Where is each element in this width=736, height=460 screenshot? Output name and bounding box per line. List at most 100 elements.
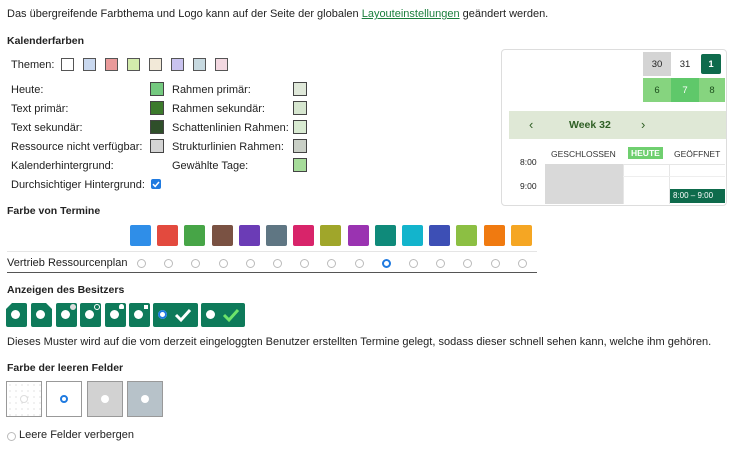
circle-icon (101, 395, 109, 403)
appointment-color-swatch[interactable] (429, 225, 451, 246)
color-setting-label: Durchsichtiger Hintergrund: (11, 179, 145, 191)
column-closed: GESCHLOSSEN (551, 149, 616, 159)
preview-date: 30 (651, 59, 663, 70)
owner-pattern-option[interactable] (129, 303, 150, 327)
appointment-color-swatch[interactable] (293, 225, 315, 246)
appointment-color-swatch[interactable] (211, 225, 233, 246)
checkmark-icon (222, 308, 240, 323)
theme-swatch[interactable] (171, 58, 184, 71)
color-setting-label: Kalenderhintergrund: (11, 160, 114, 172)
appointment-color-radio[interactable] (164, 259, 174, 268)
appointment-color-radio[interactable] (490, 259, 500, 268)
color-setting-label: Strukturlinien Rahmen: (172, 141, 284, 153)
color-setting-swatch[interactable] (293, 139, 307, 153)
appointment-color-radio[interactable] (218, 259, 228, 268)
closed-area (545, 164, 623, 204)
appointment-color-swatch[interactable] (130, 225, 151, 246)
appointment-colors-title: Farbe von Termine (7, 205, 101, 217)
appointment-color-swatch[interactable] (157, 225, 179, 246)
theme-swatch[interactable] (149, 58, 162, 71)
appointment-color-swatch[interactable] (456, 225, 478, 246)
theme-swatch[interactable] (215, 58, 228, 71)
color-setting-label: Ressource nicht verfügbar: (11, 141, 143, 153)
checkmark-icon (174, 308, 192, 323)
transparent-background-checkbox[interactable] (151, 179, 161, 189)
appointment-color-radio[interactable] (354, 259, 364, 268)
appointment-color-swatch[interactable] (510, 225, 532, 246)
appointment-color-radio[interactable] (273, 259, 282, 268)
appointment-color-radio[interactable] (327, 259, 337, 268)
preview-date: 8 (709, 85, 715, 96)
empty-field-option[interactable] (46, 381, 82, 417)
empty-field-option[interactable] (6, 381, 42, 417)
intro-text: Das übergreifende Farbthema und Logo kan… (7, 8, 548, 20)
layout-settings-link[interactable]: Layouteinstellungen (362, 8, 460, 20)
empty-field-option[interactable] (87, 381, 123, 417)
color-setting-swatch[interactable] (293, 101, 307, 115)
owner-pattern-option[interactable] (105, 303, 126, 327)
theme-swatch[interactable] (193, 58, 206, 71)
corner-ring-icon (94, 304, 100, 310)
empty-field-option[interactable] (127, 381, 163, 417)
corner-notch-icon (46, 303, 52, 309)
color-setting-swatch[interactable] (150, 120, 164, 134)
theme-swatch[interactable] (83, 58, 96, 71)
color-setting-swatch[interactable] (293, 158, 307, 172)
appointment-color-radio[interactable] (409, 259, 418, 268)
divider (7, 272, 537, 273)
appointment-color-radio[interactable] (517, 259, 527, 268)
color-setting-label: Heute: (11, 84, 44, 96)
appointment-color-swatch[interactable] (374, 225, 396, 246)
person-icon (119, 304, 124, 309)
color-setting-label: Schattenlinien Rahmen: (172, 122, 289, 134)
hide-empty-fields-label: Leere Felder verbergen (19, 429, 134, 441)
appointment-color-radio[interactable] (463, 259, 473, 268)
corner-circle-icon (70, 304, 76, 310)
circle-icon (134, 310, 143, 319)
theme-swatch[interactable] (61, 58, 74, 71)
appointment-color-swatch[interactable] (347, 225, 369, 246)
appointment-color-radio[interactable] (245, 259, 255, 268)
owner-display-title: Anzeigen des Besitzers (7, 284, 125, 296)
owner-pattern-option[interactable] (201, 303, 245, 327)
color-setting-swatch[interactable] (293, 82, 307, 96)
chevron-right-icon[interactable]: › (641, 117, 645, 132)
preview-event-time: 8:00 – 9:00 (673, 191, 714, 200)
circle-icon (206, 310, 215, 319)
appointment-color-swatch[interactable] (238, 225, 260, 246)
calendar-preview: 30 31 1 6 7 8 ‹ Week 32 › GESCHLOSSEN HE… (501, 49, 727, 206)
color-setting-swatch[interactable] (150, 101, 164, 115)
color-setting-swatch[interactable] (150, 82, 164, 96)
color-setting-label: Gewählte Tage: (172, 160, 249, 172)
owner-pattern-option[interactable] (31, 303, 52, 327)
week-label: Week 32 (569, 119, 611, 131)
appointment-color-radio-selected[interactable] (381, 259, 391, 268)
appointment-color-swatch[interactable] (184, 225, 206, 246)
theme-swatch[interactable] (105, 58, 118, 71)
color-setting-swatch[interactable] (150, 139, 164, 153)
circle-icon (11, 310, 20, 319)
owner-pattern-option[interactable] (153, 303, 198, 327)
owner-pattern-option[interactable] (80, 303, 101, 327)
appointment-color-radio[interactable] (300, 259, 310, 268)
chevron-left-icon[interactable]: ‹ (529, 117, 533, 132)
divider (7, 251, 537, 252)
time-label: 9:00 (520, 181, 537, 191)
owner-pattern-option[interactable] (56, 303, 77, 327)
intro-text-before: Das übergreifende Farbthema und Logo kan… (7, 8, 359, 20)
appointment-color-swatch[interactable] (402, 225, 423, 246)
hide-empty-fields-radio[interactable] (7, 432, 16, 441)
preview-date: 31 (679, 59, 691, 70)
appointment-color-radio[interactable] (137, 259, 146, 268)
appointment-color-swatch[interactable] (320, 225, 342, 246)
owner-pattern-option[interactable] (6, 303, 27, 327)
theme-swatch[interactable] (127, 58, 140, 71)
appointment-color-radio[interactable] (436, 259, 446, 268)
appointment-color-swatch[interactable] (266, 225, 287, 246)
checkmark-icon (152, 181, 160, 188)
circle-icon (36, 310, 45, 319)
color-setting-swatch[interactable] (293, 120, 307, 134)
appointment-color-swatch[interactable] (483, 225, 505, 246)
color-setting-label: Rahmen sekundär: (172, 103, 265, 115)
appointment-color-radio[interactable] (191, 259, 201, 268)
